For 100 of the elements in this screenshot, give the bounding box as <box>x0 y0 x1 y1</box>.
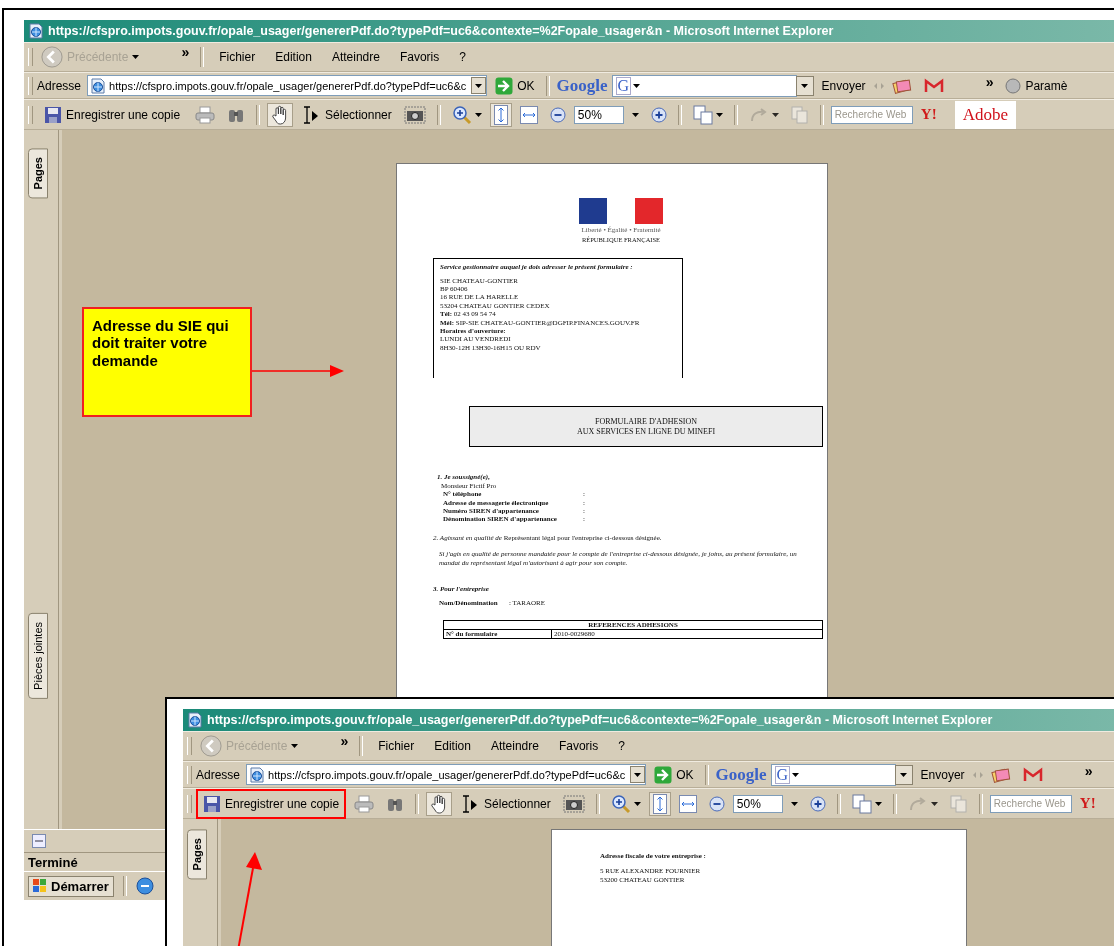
plus-circle-icon <box>650 106 667 123</box>
google-logo: Google <box>556 75 608 96</box>
menu-item[interactable]: Favoris <box>391 45 448 69</box>
caret-icon <box>633 83 641 88</box>
printer-icon <box>195 105 216 124</box>
web-search-field[interactable]: Recherche Web <box>989 794 1072 813</box>
menu-item[interactable]: Atteindre <box>323 45 388 69</box>
fit-width-icon <box>519 105 538 124</box>
caret-icon <box>771 112 779 117</box>
side-tab[interactable]: Pages <box>187 829 207 880</box>
zoom-field[interactable]: 50% <box>732 794 783 813</box>
google-logo: Google <box>715 764 767 785</box>
caret-icon <box>291 744 299 748</box>
caret-icon <box>631 112 639 117</box>
select-tool-button[interactable]: Sélectionner <box>297 102 396 127</box>
caret-icon <box>900 772 908 777</box>
send-button[interactable]: Envoyer <box>916 762 969 787</box>
printer-icon <box>354 794 375 813</box>
side-tab[interactable]: Pièces jointes <box>28 613 48 699</box>
send-button[interactable]: Envoyer <box>817 73 870 98</box>
address-label: Adresse <box>196 767 242 782</box>
caret-icon <box>474 112 482 117</box>
fit-page-icon <box>652 793 667 814</box>
side-tab[interactable]: Pages <box>28 148 48 199</box>
start-button[interactable]: Démarrer <box>28 875 114 897</box>
pages-icon <box>692 104 713 125</box>
caret-icon <box>634 772 642 777</box>
camera-icon <box>562 794 585 813</box>
fit-page-icon <box>493 104 508 125</box>
window-title: https://cfspro.impots.gouv.fr/opale_usager/genererPdf.do?typePdf=uc6&contexte=%2Fopale_usager&n - Microsoft Internet Explorer <box>48 24 834 38</box>
circle-icon <box>1005 77 1022 94</box>
form-title: FORMULAIRE D'ADHESION <box>593 417 699 427</box>
menu-item[interactable]: Fichier <box>370 734 423 758</box>
hand-tool-button[interactable] <box>426 791 453 816</box>
menu-item[interactable]: Favoris <box>550 734 607 758</box>
cards-icon <box>990 765 1011 784</box>
zoom-field[interactable]: 50% <box>573 105 624 124</box>
zoom-in-magnifier-icon <box>610 793 631 814</box>
menu-item[interactable]: Edition <box>267 45 320 69</box>
arrows-icon <box>873 80 884 91</box>
camera-icon <box>403 105 426 124</box>
plus-circle-icon <box>809 795 826 812</box>
pages-icon <box>851 793 872 814</box>
settings-button[interactable]: Paramè <box>1001 73 1072 98</box>
caret-icon <box>874 801 882 806</box>
curved-arrow-icon <box>748 106 769 123</box>
go-button[interactable]: OK <box>491 73 539 98</box>
go-button[interactable]: OK <box>650 762 698 787</box>
minus-circle-icon <box>708 795 725 812</box>
fit-width-icon <box>678 794 697 813</box>
status-text: Terminé <box>28 854 78 870</box>
toolbar-overflow-button[interactable]: » <box>177 43 194 61</box>
adobe-logo: Adobe <box>954 100 1016 129</box>
menu-item[interactable]: Edition <box>426 734 479 758</box>
caret-icon <box>790 801 798 806</box>
google-search-field[interactable]: G <box>770 763 896 786</box>
zoom-in-magnifier-icon <box>451 104 472 125</box>
curved-arrow-icon <box>907 795 928 812</box>
address-text: https://cfspro.impots.gouv.fr/opale_usager/genererPdf.do?typePdf=uc6&c <box>109 79 468 92</box>
page-globe-icon <box>249 766 266 783</box>
menu-item[interactable]: Atteindre <box>482 734 547 758</box>
windows-flag-icon <box>33 879 47 893</box>
minus-circle-icon <box>549 106 566 123</box>
caret-icon <box>715 112 723 117</box>
fit-page-button[interactable] <box>648 791 671 816</box>
google-g-logo: G <box>615 76 632 95</box>
panel-icon <box>32 834 46 848</box>
menu-item[interactable]: ? <box>451 45 474 69</box>
hand-tool-button[interactable] <box>267 102 294 127</box>
callout-note: Adresse du SIE qui doit traiter votre demande <box>82 307 252 417</box>
page-globe-icon <box>187 712 203 728</box>
dropdown-button[interactable] <box>630 766 646 783</box>
window-title: https://cfspro.impots.gouv.fr/opale_usager/genererPdf.do?typePdf=uc6&contexte=%2Fopale_usager&n - Microsoft Internet Explorer <box>207 713 993 727</box>
caret-icon <box>801 83 809 88</box>
toolbar-overflow-button[interactable]: » <box>336 732 353 750</box>
envelope-icon <box>923 77 944 94</box>
page-globe-icon <box>90 77 107 94</box>
address-text: https://cfspro.impots.gouv.fr/opale_usager/genererPdf.do?typePdf=uc6&c <box>268 768 627 781</box>
fit-page-button[interactable] <box>489 102 512 127</box>
web-search-field[interactable]: Recherche Web <box>830 105 913 124</box>
caret-icon <box>930 801 938 806</box>
form-title: AUX SERVICES EN LIGNE DU MINEFI <box>575 426 717 437</box>
copy-pages-icon <box>949 794 968 813</box>
cards-icon <box>891 76 912 95</box>
dropdown-button[interactable] <box>471 77 487 94</box>
menu-item[interactable]: Fichier <box>211 45 264 69</box>
arrows-icon <box>972 769 983 780</box>
select-tool-button[interactable]: Sélectionner <box>456 791 555 816</box>
menu-item[interactable]: ? <box>610 734 633 758</box>
caret-icon <box>792 772 800 777</box>
address-field[interactable]: https://cfspro.impots.gouv.fr/opale_usager/genererPdf.do?typePdf=uc6&c <box>87 75 488 96</box>
google-g-logo: G <box>774 765 791 784</box>
caret-icon <box>132 55 140 59</box>
toolbar-overflow-button[interactable]: » <box>981 73 998 91</box>
caret-icon <box>475 83 483 88</box>
address-field[interactable]: https://cfspro.impots.gouv.fr/opale_usager/genererPdf.do?typePdf=uc6&c <box>246 764 647 785</box>
toolbar-overflow-button[interactable]: » <box>1080 762 1097 780</box>
copy-pages-icon <box>790 105 809 124</box>
save-copy-button[interactable]: Enregistrer une copie <box>37 99 188 130</box>
google-search-field[interactable]: G <box>611 74 797 97</box>
